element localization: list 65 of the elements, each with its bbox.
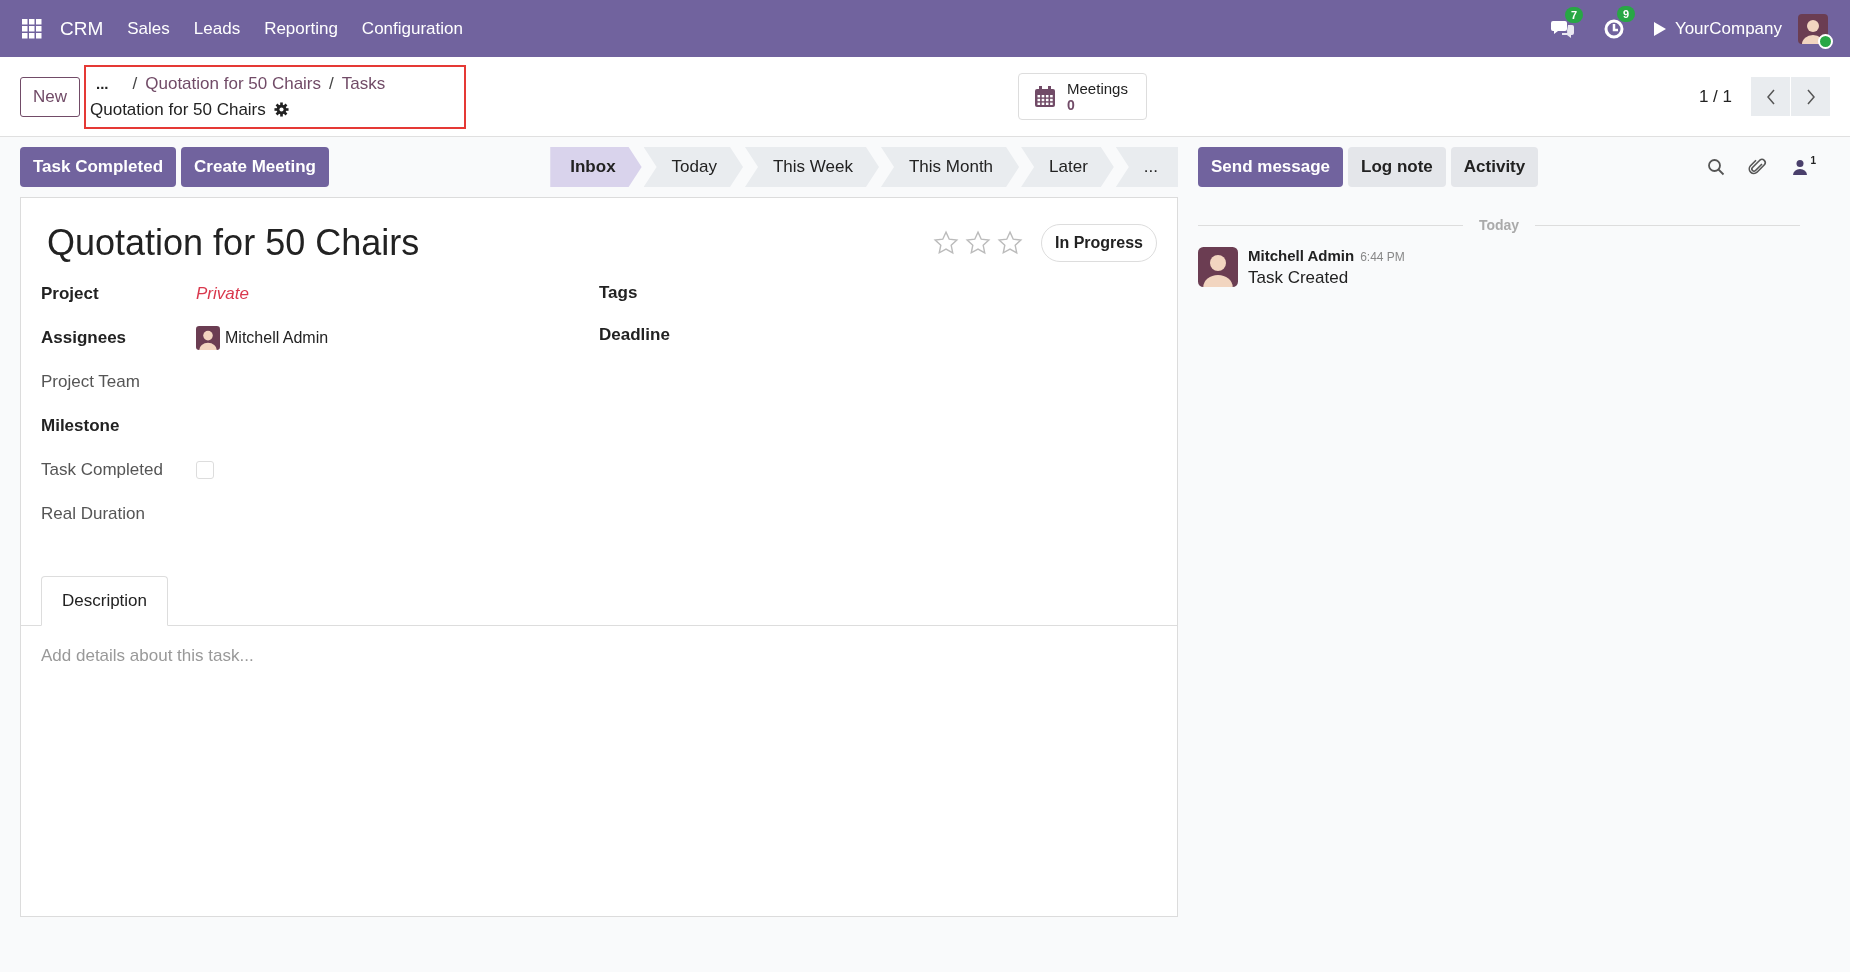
meetings-smart-button[interactable]: Meetings 0 — [1018, 73, 1147, 120]
app-name[interactable]: CRM — [60, 17, 104, 40]
pager-counter: 1 / 1 — [1698, 86, 1732, 107]
breadcrumb-current: Quotation for 50 Chairs — [90, 99, 266, 120]
field-label: Deadline — [599, 325, 671, 345]
field-label: Milestone — [41, 416, 121, 436]
apps-menu-icon[interactable] — [22, 18, 42, 39]
menu-item[interactable]: Configuration — [361, 18, 463, 39]
new-button[interactable]: New — [20, 76, 80, 117]
calendar-icon — [1033, 84, 1058, 109]
message-author: Mitchell Admin — [1248, 247, 1355, 264]
stage-button[interactable]: Today — [643, 147, 743, 187]
menu-item[interactable]: Leads — [193, 18, 241, 39]
user-avatar — [196, 326, 220, 350]
field-label: Project — [41, 284, 100, 304]
gear-icon[interactable] — [273, 102, 289, 117]
date-separator: Today — [1478, 217, 1520, 233]
person-icon[interactable] — [1793, 159, 1808, 175]
field-label: Real Duration — [41, 504, 146, 524]
play-icon — [1652, 20, 1667, 37]
message-time: 6:44 PM — [1360, 250, 1405, 264]
action-button[interactable]: Create Meeting — [181, 147, 329, 187]
breadcrumb-ellipsis[interactable]: ... — [96, 75, 109, 92]
star-icon[interactable] — [996, 230, 1023, 256]
field-label: Task Completed — [41, 460, 164, 480]
field-label: Project Team — [41, 372, 141, 392]
menu-item[interactable]: Sales — [127, 18, 170, 39]
breadcrumb-separator: / — [329, 73, 334, 94]
description-field[interactable]: Add details about this task... — [41, 646, 1157, 666]
field-label: Assignees — [41, 328, 128, 348]
chat-icon[interactable] — [1550, 18, 1575, 39]
project-value[interactable]: Private — [196, 284, 249, 304]
chatter-button[interactable]: Log note — [1348, 147, 1446, 187]
chatter-button[interactable]: Send message — [1198, 147, 1344, 187]
menu-item[interactable]: Reporting — [264, 18, 338, 39]
task-completed-checkbox[interactable] — [196, 461, 214, 479]
clock-icon[interactable] — [1602, 17, 1625, 40]
search-icon[interactable] — [1707, 158, 1726, 176]
assignee-name[interactable]: Mitchell Admin — [225, 329, 329, 347]
stage-button[interactable]: Later — [1021, 147, 1114, 187]
breadcrumb-separator: / — [132, 73, 138, 94]
paperclip-icon[interactable] — [1748, 157, 1769, 177]
user-avatar[interactable] — [1798, 13, 1828, 44]
stage-button[interactable]: Inbox — [550, 147, 642, 187]
task-title: Quotation for 50 Chairs — [47, 222, 420, 264]
notebook-tab[interactable]: Description — [41, 576, 169, 626]
chevron-right-icon — [1805, 88, 1816, 105]
field-label: Tags — [599, 283, 639, 303]
stage-button[interactable]: ... — [1115, 147, 1178, 187]
user-avatar — [1198, 247, 1238, 287]
priority-stars[interactable] — [932, 230, 1023, 256]
star-icon[interactable] — [932, 230, 959, 256]
action-button[interactable]: Task Completed — [20, 147, 177, 187]
chevron-left-icon — [1765, 88, 1776, 105]
stage-button[interactable]: This Month — [881, 147, 1020, 187]
company-switcher[interactable]: YourCompany — [1674, 18, 1782, 39]
chatter-button[interactable]: Activity — [1450, 147, 1539, 187]
follower-count: 1 — [1810, 155, 1816, 166]
star-icon[interactable] — [964, 230, 991, 256]
activity-count-badge: 9 — [1616, 5, 1635, 22]
message-count-badge: 7 — [1564, 6, 1583, 23]
breadcrumb-link[interactable]: Quotation for 50 Chairs — [145, 73, 322, 94]
message-text: Task Created — [1248, 268, 1350, 288]
stage-button[interactable]: This Week — [745, 147, 879, 187]
breadcrumb-link[interactable]: Tasks — [341, 73, 386, 94]
